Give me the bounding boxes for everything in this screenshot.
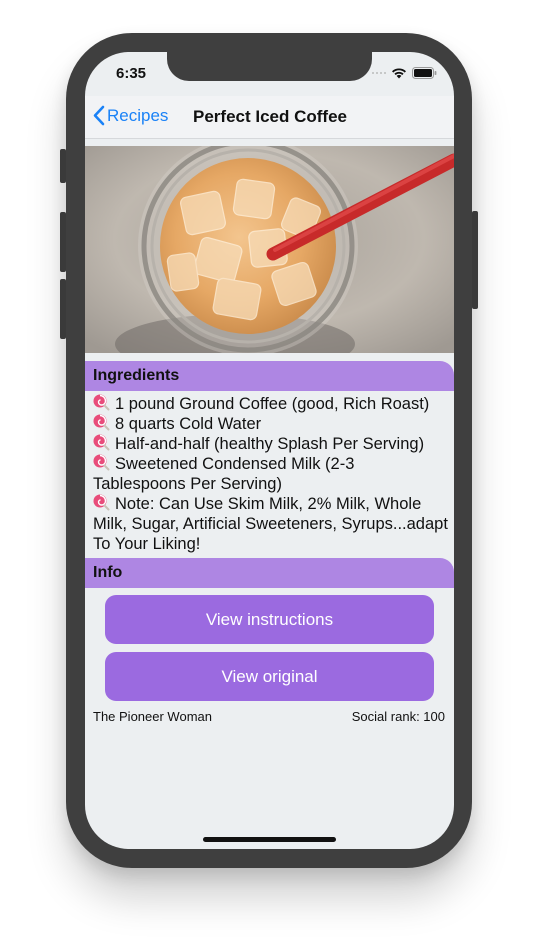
back-button-label: Recipes bbox=[107, 105, 169, 125]
power-button bbox=[472, 211, 478, 309]
social-rank-label: Social rank: 100 bbox=[351, 709, 445, 724]
app-screen: 6:35 Recipes Perfect Iced Coffee Ingredi… bbox=[85, 52, 454, 849]
lollipop-icon bbox=[93, 414, 110, 431]
ingredients-list: 1 pound Ground Coffee (good, Rich Roast)… bbox=[93, 394, 449, 554]
ingredient-text: Sweetened Condensed Milk (2-3 Tablespoon… bbox=[93, 455, 355, 493]
navigation-bar: Recipes Perfect Iced Coffee bbox=[85, 96, 454, 139]
home-indicator[interactable] bbox=[203, 837, 336, 842]
chevron-left-icon bbox=[93, 105, 105, 126]
ingredient-item: 1 pound Ground Coffee (good, Rich Roast) bbox=[93, 394, 449, 414]
battery-icon bbox=[412, 67, 437, 79]
publisher-label: The Pioneer Woman bbox=[93, 709, 212, 724]
volume-down-button bbox=[60, 279, 66, 339]
ingredient-text: 1 pound Ground Coffee (good, Rich Roast) bbox=[115, 395, 430, 413]
recipe-photo bbox=[85, 146, 454, 353]
back-button[interactable]: Recipes bbox=[92, 105, 168, 126]
ingredient-item: Sweetened Condensed Milk (2-3 Tablespoon… bbox=[93, 454, 449, 494]
ingredient-text: 8 quarts Cold Water bbox=[115, 415, 262, 433]
ingredient-text: Note: Can Use Skim Milk, 2% Milk, Whole … bbox=[93, 495, 448, 553]
volume-up-button bbox=[60, 212, 66, 272]
status-time: 6:35 bbox=[116, 65, 147, 82]
lollipop-icon bbox=[93, 434, 110, 451]
notch bbox=[167, 52, 372, 81]
info-header: Info bbox=[85, 558, 454, 588]
page-title: Perfect Iced Coffee bbox=[193, 107, 347, 126]
view-original-button[interactable]: View original bbox=[105, 652, 434, 701]
ingredient-item: Half-and-half (healthy Splash Per Servin… bbox=[93, 434, 449, 454]
lollipop-icon bbox=[93, 394, 110, 411]
ingredient-item: 8 quarts Cold Water bbox=[93, 414, 449, 434]
mute-switch bbox=[60, 149, 66, 183]
lollipop-icon bbox=[93, 454, 110, 471]
status-icons bbox=[372, 67, 437, 79]
ingredient-text: Half-and-half (healthy Splash Per Servin… bbox=[115, 435, 425, 453]
ingredients-header: Ingredients bbox=[85, 361, 454, 391]
ingredient-item: Note: Can Use Skim Milk, 2% Milk, Whole … bbox=[93, 494, 449, 554]
cellular-signal-icon bbox=[372, 72, 386, 74]
view-instructions-button[interactable]: View instructions bbox=[105, 595, 434, 644]
lollipop-icon bbox=[93, 494, 110, 511]
wifi-icon bbox=[392, 68, 406, 79]
